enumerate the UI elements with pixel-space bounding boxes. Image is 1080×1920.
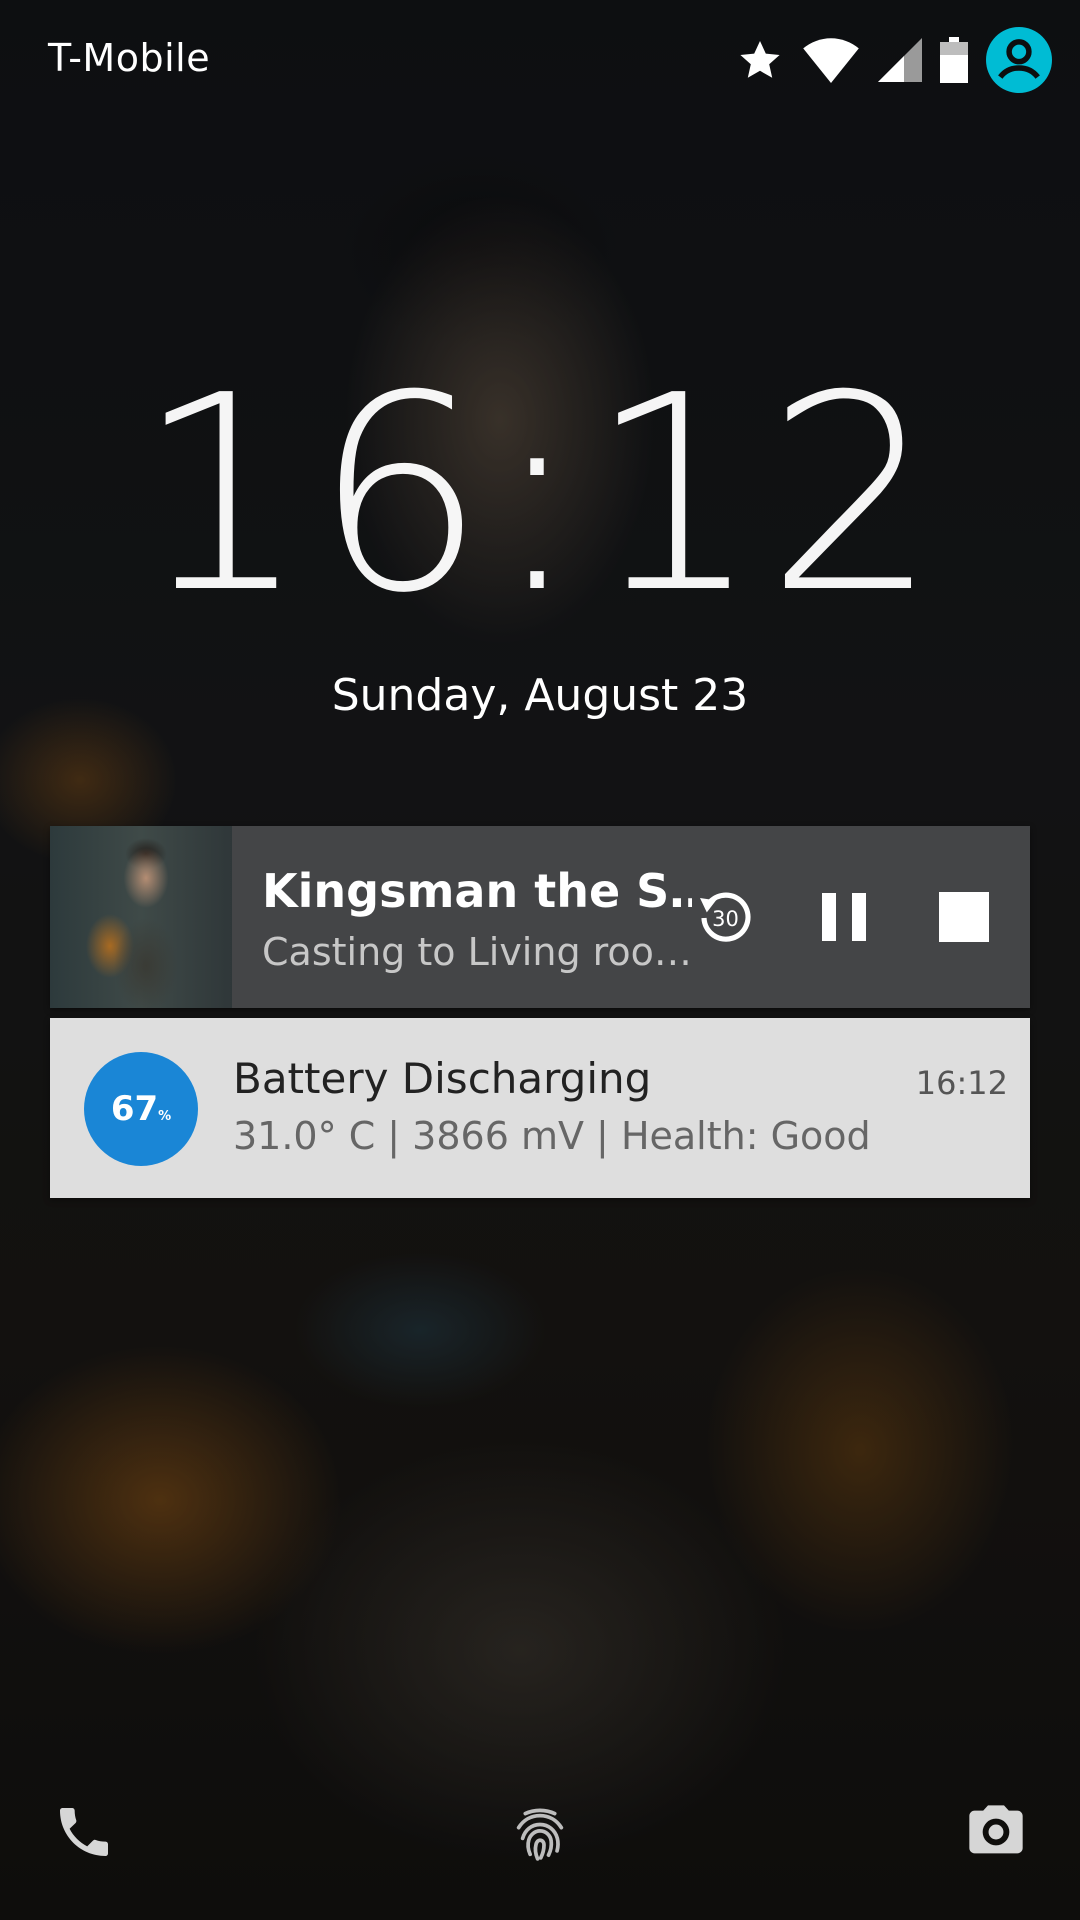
fingerprint-unlock[interactable]: [508, 1805, 572, 1869]
replay-30-button[interactable]: 30: [692, 885, 756, 949]
status-bar: T-Mobile: [0, 0, 1080, 120]
album-art: [50, 826, 232, 1008]
battery-level-unit: %: [158, 1108, 172, 1124]
user-avatar-icon[interactable]: [986, 27, 1052, 93]
battery-notification[interactable]: 67% Battery Discharging 16:12 31.0° C | …: [50, 1018, 1030, 1198]
pause-icon: [822, 893, 866, 941]
battery-level-badge: 67%: [84, 1052, 198, 1166]
replay-seconds-label: 30: [712, 906, 739, 931]
stop-button[interactable]: [932, 885, 996, 949]
media-subtitle: Casting to Living roo…: [262, 930, 692, 974]
media-title: Kingsman the S…: [262, 864, 692, 918]
media-notification[interactable]: Kingsman the S… Casting to Living roo… 3…: [50, 826, 1030, 1008]
phone-icon: [60, 1808, 108, 1856]
lockscreen-date: Sunday, August 23: [331, 670, 749, 721]
media-text: Kingsman the S… Casting to Living roo…: [232, 826, 692, 1008]
camera-shortcut[interactable]: [964, 1800, 1028, 1864]
battery-notification-title: Battery Discharging: [233, 1054, 652, 1103]
wifi-icon: [802, 35, 860, 85]
phone-shortcut[interactable]: [52, 1800, 116, 1864]
pause-button[interactable]: [812, 885, 876, 949]
camera-icon: [969, 1805, 1023, 1854]
carrier-name: T-Mobile: [48, 36, 211, 80]
cell-signal-icon: [878, 37, 922, 83]
battery-notification-time: 16:12: [915, 1064, 1008, 1102]
stop-icon: [939, 892, 989, 942]
battery-icon: [940, 37, 968, 83]
battery-level-value: 67: [110, 1089, 159, 1129]
fingerprint-icon: [516, 1808, 564, 1861]
status-icons: [736, 24, 1052, 96]
media-controls: 30: [692, 826, 1030, 1008]
lockscreen-clock: 16:12: [135, 337, 945, 652]
star-icon: [736, 36, 784, 84]
battery-notification-detail: 31.0° C | 3866 mV | Health: Good: [233, 1114, 871, 1158]
